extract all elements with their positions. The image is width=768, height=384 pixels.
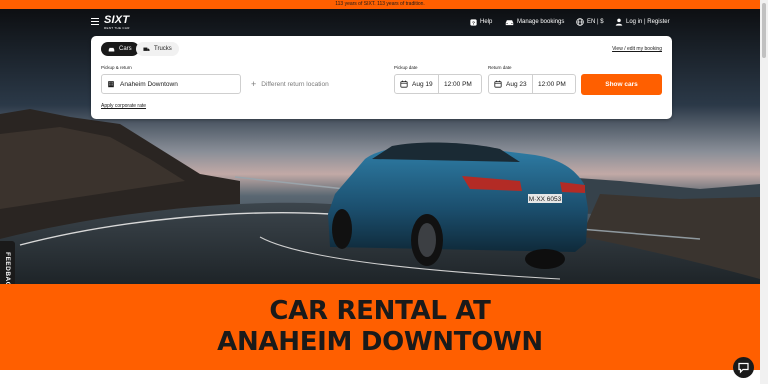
view-edit-booking-link[interactable]: View / edit my booking [612, 46, 662, 52]
tab-cars-label: Cars [119, 46, 132, 52]
divider [532, 75, 533, 93]
help-icon: ? [470, 18, 477, 26]
manage-bookings-link[interactable]: Manage bookings [505, 18, 564, 26]
svg-text:?: ? [472, 20, 475, 25]
return-date-label: Return date [488, 65, 512, 70]
headline-line-2: ANAHEIM DOWNTOWN [217, 327, 543, 357]
car-icon [505, 19, 514, 25]
login-label: Log in | Register [626, 19, 670, 25]
pickup-location-field[interactable]: Anaheim Downtown [101, 74, 241, 94]
tab-trucks[interactable]: Trucks [136, 42, 179, 56]
return-time-value[interactable]: 12:00 PM [538, 81, 566, 88]
different-return-label: Different return location [261, 80, 329, 88]
license-plate: M·XX 6053 [529, 196, 562, 203]
different-return-location-button[interactable]: + Different return location [251, 79, 329, 89]
user-icon [615, 18, 623, 26]
calendar-icon [494, 80, 502, 88]
chat-icon [738, 362, 749, 374]
globe-icon [576, 18, 584, 26]
pickup-date-field[interactable]: Aug 19 12:00 PM [394, 74, 482, 94]
apply-corporate-rate-link[interactable]: Apply corporate rate [101, 103, 146, 109]
hero-section: M·XX 6053 SIXT RENT THE CAR ? Help Manag… [0, 9, 760, 284]
divider [438, 75, 439, 93]
pickup-date-value: Aug 19 [412, 80, 433, 88]
hamburger-menu-icon[interactable] [91, 18, 99, 26]
car-icon [108, 47, 115, 51]
headline-line-1: CAR RENTAL AT [269, 296, 491, 326]
scrollbar-thumb[interactable] [762, 3, 766, 58]
login-register-link[interactable]: Log in | Register [615, 18, 670, 26]
calendar-icon [400, 80, 408, 88]
tab-cars[interactable]: Cars [101, 42, 139, 56]
tab-trucks-label: Trucks [154, 46, 172, 52]
sixt-logo[interactable]: SIXT [104, 15, 129, 26]
page-headline: CAR RENTAL AT ANAHEIM DOWNTOWN [0, 296, 760, 358]
headline-section: CAR RENTAL AT ANAHEIM DOWNTOWN [0, 284, 760, 370]
truck-icon [143, 47, 150, 51]
locale-selector[interactable]: EN | $ [576, 18, 604, 26]
page: 113 years of SIXT. 113 years of traditio… [0, 0, 760, 384]
announcement-banner: 113 years of SIXT. 113 years of traditio… [0, 0, 760, 9]
chat-button[interactable] [733, 357, 754, 378]
manage-bookings-label: Manage bookings [517, 19, 565, 25]
return-date-field[interactable]: Aug 23 12:00 PM [488, 74, 576, 94]
pickup-location-value: Anaheim Downtown [120, 80, 178, 88]
booking-widget: Cars Trucks View / edit my booking Picku… [91, 36, 672, 119]
plus-icon: + [251, 79, 257, 89]
pickup-return-label: Pickup & return [101, 65, 132, 70]
show-cars-button[interactable]: Show cars [581, 74, 662, 95]
logo-tagline: RENT THE CAR [104, 26, 130, 30]
help-link[interactable]: ? Help [470, 18, 492, 26]
help-label: Help [480, 19, 493, 25]
pickup-date-label: Pickup date [394, 65, 418, 70]
top-navigation: SIXT RENT THE CAR ? Help Manage bookings… [0, 9, 760, 36]
return-date-value: Aug 23 [506, 80, 527, 88]
locale-label: EN | $ [587, 19, 604, 25]
building-icon [108, 81, 114, 88]
pickup-time-value[interactable]: 12:00 PM [444, 81, 472, 88]
